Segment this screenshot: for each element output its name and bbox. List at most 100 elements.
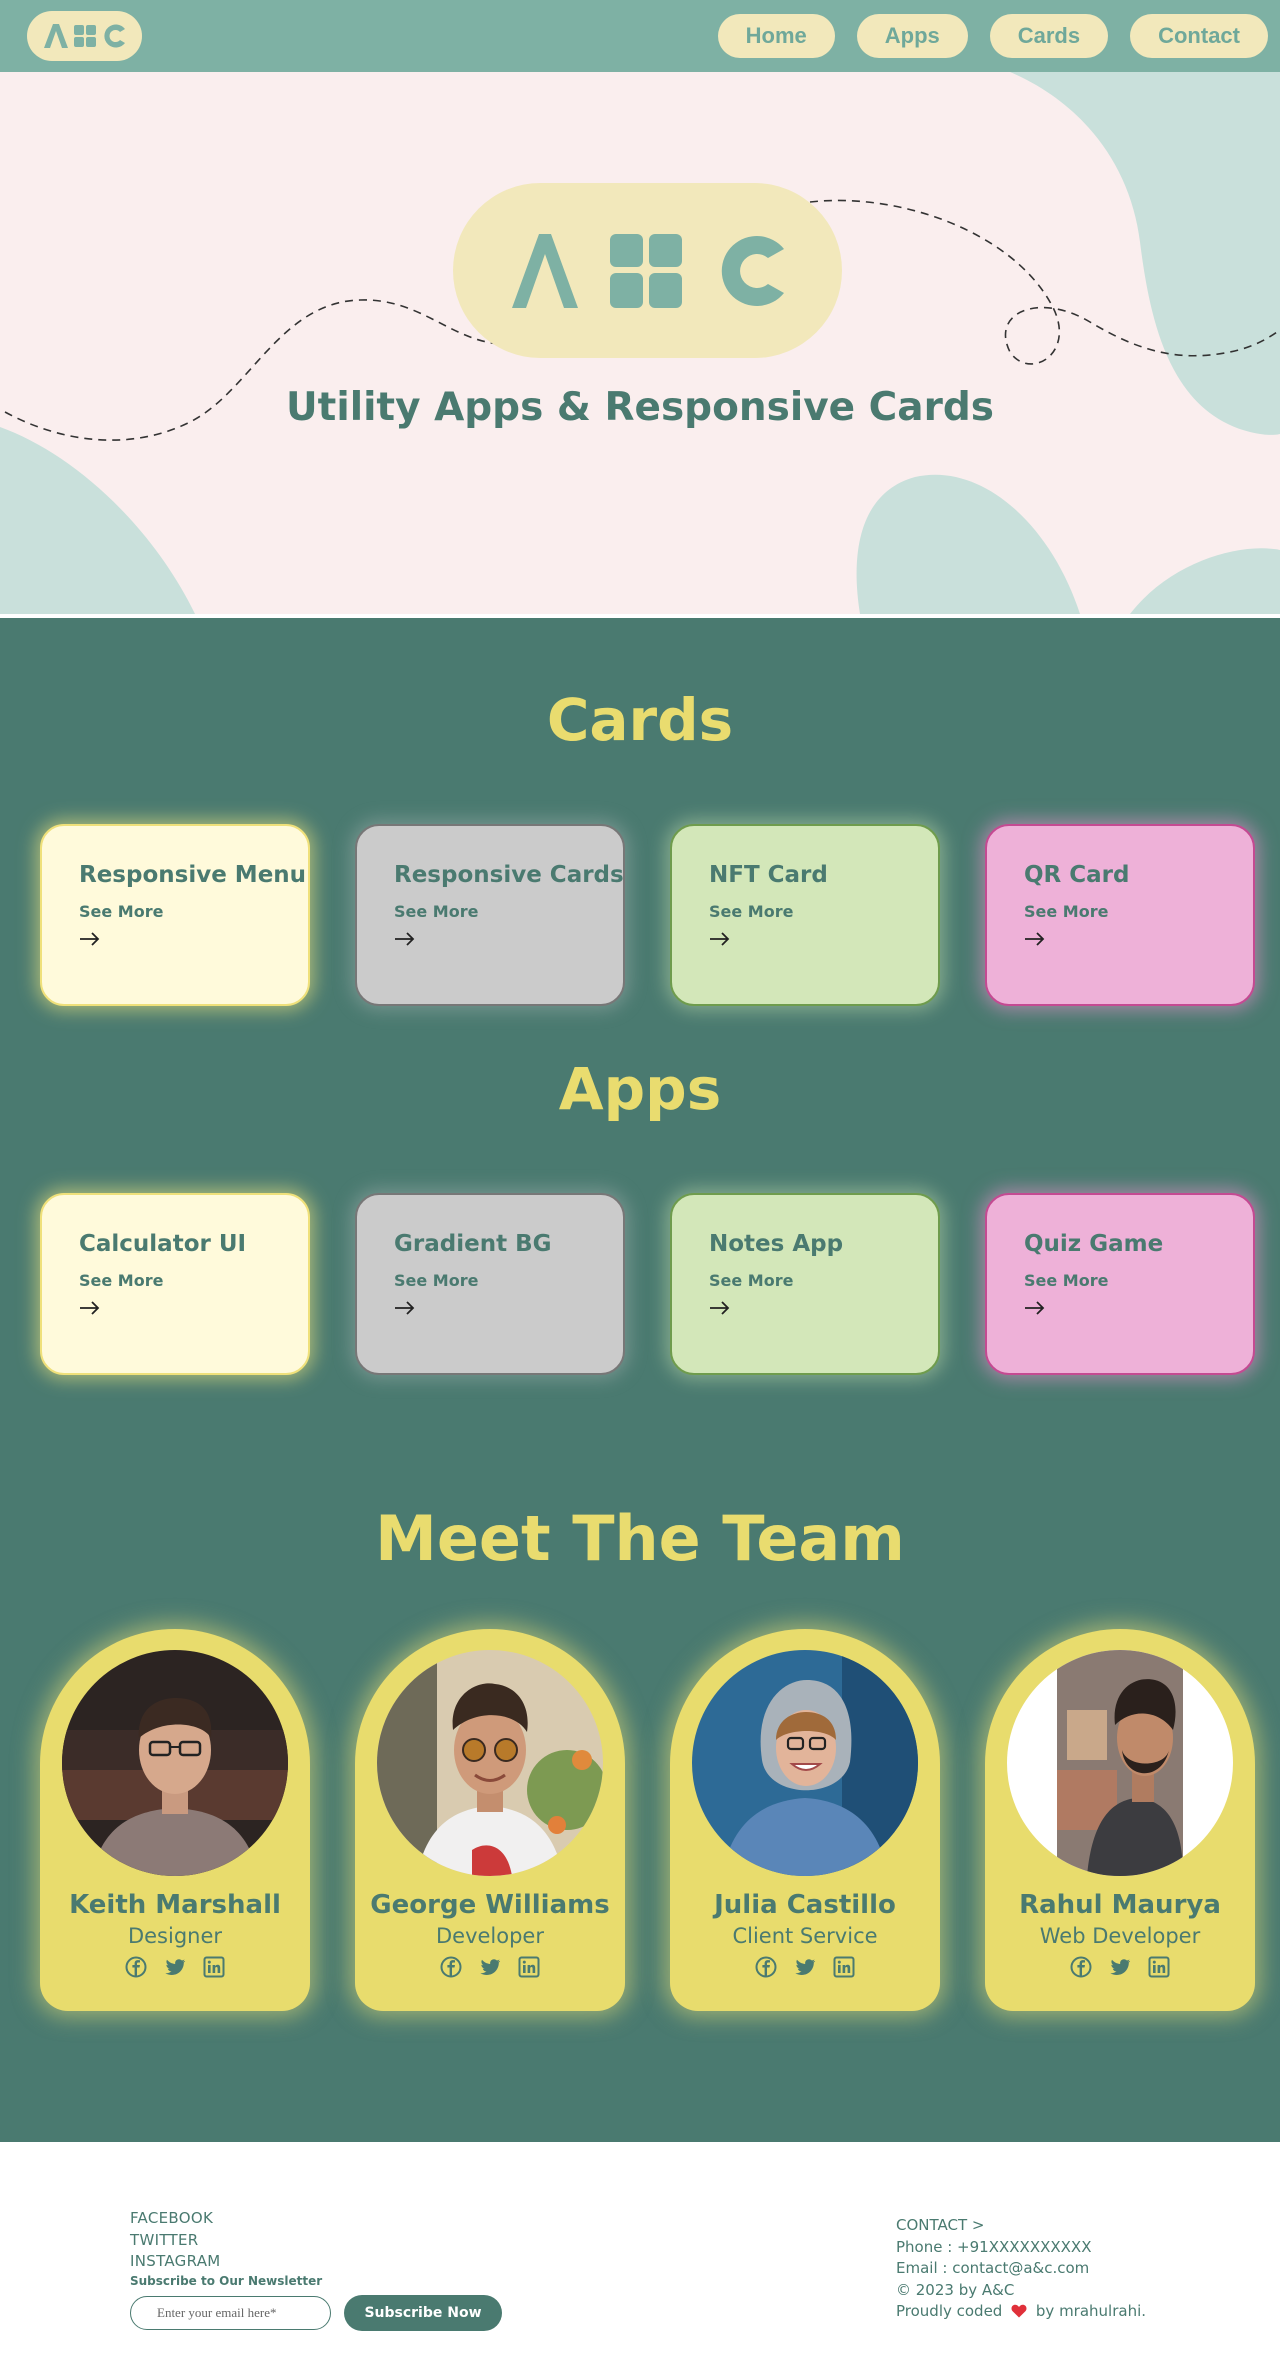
member-name: Rahul Maurya bbox=[1019, 1890, 1221, 1920]
nav-apps-button[interactable]: Apps bbox=[856, 14, 968, 58]
twitter-icon[interactable] bbox=[1109, 1956, 1131, 1978]
see-more-link[interactable]: See More bbox=[394, 902, 623, 921]
linkedin-icon[interactable] bbox=[203, 1956, 225, 1978]
team-heading: Meet The Team bbox=[375, 1502, 905, 1575]
contact-phone: Phone : +91XXXXXXXXXX bbox=[896, 2237, 1092, 2256]
footer-contact: CONTACT > Phone : +91XXXXXXXXXX Email : … bbox=[896, 2215, 1146, 2323]
see-more-link[interactable]: See More bbox=[709, 1271, 938, 1290]
team-member-card: George Williams Developer bbox=[355, 1629, 625, 2011]
team-member-card: Keith Marshall Designer bbox=[40, 1629, 310, 2011]
app-notes-app[interactable]: Notes App See More bbox=[670, 1193, 940, 1375]
newsletter-label: Subscribe to Our Newsletter bbox=[130, 2273, 323, 2288]
arrow-right-icon[interactable] bbox=[394, 1300, 416, 1316]
member-name: Keith Marshall bbox=[69, 1890, 281, 1920]
card-title: Gradient BG bbox=[394, 1231, 552, 1257]
team-member-card: Julia Castillo Client Service bbox=[670, 1629, 940, 2011]
app-quiz-game[interactable]: Quiz Game See More bbox=[985, 1193, 1255, 1375]
contact-email: Email : contact@a&c.com bbox=[896, 2259, 1090, 2277]
arrow-right-icon[interactable] bbox=[79, 931, 101, 947]
member-socials bbox=[755, 1956, 855, 1978]
card-title: Calculator UI bbox=[79, 1231, 247, 1257]
subscribe-button[interactable]: Subscribe Now bbox=[344, 2294, 502, 2331]
hero-title: Utility Apps & Responsive Cards bbox=[286, 385, 994, 430]
card-responsive-menu[interactable]: Responsive Menu See More bbox=[40, 824, 310, 1006]
card-title: Notes App bbox=[709, 1231, 844, 1257]
member-photo bbox=[377, 1650, 603, 1876]
copyright: © 2023 by A&C bbox=[896, 2280, 1015, 2299]
email-input[interactable] bbox=[130, 2295, 331, 2330]
linkedin-icon[interactable] bbox=[833, 1956, 855, 1978]
credit-prefix: Proudly coded bbox=[896, 2302, 1003, 2320]
site-footer: FACEBOOK TWITTER INSTAGRAM Subscribe to … bbox=[0, 2142, 1280, 2377]
member-photo bbox=[1007, 1650, 1233, 1876]
top-navbar: Home Apps Cards Contact bbox=[0, 0, 1280, 72]
see-more-link[interactable]: See More bbox=[79, 902, 308, 921]
hero-section: Utility Apps & Responsive Cards bbox=[0, 72, 1280, 614]
member-photo bbox=[62, 1650, 288, 1876]
apps-heading: Apps bbox=[558, 1055, 722, 1123]
member-photo bbox=[692, 1650, 918, 1876]
member-role: Developer bbox=[435, 1924, 544, 1948]
cards-heading: Cards bbox=[546, 686, 734, 754]
member-role: Web Developer bbox=[1039, 1924, 1201, 1948]
member-name: George Williams bbox=[370, 1890, 610, 1920]
card-title: Responsive Cards bbox=[394, 862, 624, 888]
footer-left: FACEBOOK TWITTER INSTAGRAM Subscribe to … bbox=[130, 2208, 502, 2331]
see-more-link[interactable]: See More bbox=[1024, 902, 1253, 921]
contact-heading[interactable]: CONTACT > bbox=[896, 2215, 1146, 2237]
member-socials bbox=[1070, 1956, 1170, 1978]
twitter-icon[interactable] bbox=[479, 1956, 501, 1978]
main-section: Cards Responsive Menu See More Responsiv… bbox=[0, 618, 1280, 2142]
footer-facebook-link[interactable]: FACEBOOK bbox=[130, 2208, 502, 2230]
card-responsive-cards[interactable]: Responsive Cards See More bbox=[355, 824, 625, 1006]
card-title: QR Card bbox=[1024, 862, 1130, 888]
linkedin-icon[interactable] bbox=[518, 1956, 540, 1978]
card-qr-card[interactable]: QR Card See More bbox=[985, 824, 1255, 1006]
facebook-icon[interactable] bbox=[1070, 1956, 1092, 1978]
see-more-link[interactable]: See More bbox=[79, 1271, 308, 1290]
member-role: Client Service bbox=[732, 1924, 878, 1948]
card-title: Responsive Menu bbox=[79, 862, 307, 888]
card-title: Quiz Game bbox=[1024, 1231, 1164, 1257]
cards-grid: Responsive Menu See More Responsive Card… bbox=[40, 824, 1255, 1006]
see-more-link[interactable]: See More bbox=[1024, 1271, 1253, 1290]
nav-cards-button[interactable]: Cards bbox=[989, 14, 1109, 58]
arrow-right-icon[interactable] bbox=[1024, 1300, 1046, 1316]
newsletter-form: Subscribe Now bbox=[130, 2294, 502, 2331]
member-socials bbox=[440, 1956, 540, 1978]
facebook-icon[interactable] bbox=[125, 1956, 147, 1978]
member-role: Designer bbox=[127, 1924, 223, 1948]
footer-instagram-link[interactable]: INSTAGRAM bbox=[130, 2251, 502, 2273]
site-logo[interactable] bbox=[27, 11, 142, 61]
nav-contact-button[interactable]: Contact bbox=[1130, 14, 1268, 58]
nav-home-button[interactable]: Home bbox=[717, 14, 835, 58]
see-more-link[interactable]: See More bbox=[394, 1271, 623, 1290]
hero-logo bbox=[453, 183, 842, 358]
card-title: NFT Card bbox=[709, 862, 828, 888]
abc-logo-icon bbox=[511, 233, 784, 308]
facebook-icon[interactable] bbox=[440, 1956, 462, 1978]
twitter-icon[interactable] bbox=[164, 1956, 186, 1978]
app-calculator-ui[interactable]: Calculator UI See More bbox=[40, 1193, 310, 1375]
card-nft-card[interactable]: NFT Card See More bbox=[670, 824, 940, 1006]
arrow-right-icon[interactable] bbox=[79, 1300, 101, 1316]
team-member-card: Rahul Maurya Web Developer bbox=[985, 1629, 1255, 2011]
arrow-right-icon[interactable] bbox=[1024, 931, 1046, 947]
app-gradient-bg[interactable]: Gradient BG See More bbox=[355, 1193, 625, 1375]
credit-line: Proudly coded by mrahulrahi. bbox=[896, 2301, 1146, 2323]
heart-icon bbox=[1011, 2304, 1027, 2318]
footer-twitter-link[interactable]: TWITTER bbox=[130, 2230, 502, 2252]
member-name: Julia Castillo bbox=[714, 1890, 896, 1920]
twitter-icon[interactable] bbox=[794, 1956, 816, 1978]
nav-links: Home Apps Cards Contact bbox=[717, 14, 1268, 58]
abc-logo-icon bbox=[43, 24, 125, 48]
see-more-link[interactable]: See More bbox=[709, 902, 938, 921]
apps-grid: Calculator UI See More Gradient BG See M… bbox=[40, 1193, 1255, 1375]
member-socials bbox=[125, 1956, 225, 1978]
facebook-icon[interactable] bbox=[755, 1956, 777, 1978]
arrow-right-icon[interactable] bbox=[394, 931, 416, 947]
arrow-right-icon[interactable] bbox=[709, 931, 731, 947]
linkedin-icon[interactable] bbox=[1148, 1956, 1170, 1978]
credit-author[interactable]: by mrahulrahi. bbox=[1036, 2302, 1146, 2320]
arrow-right-icon[interactable] bbox=[709, 1300, 731, 1316]
